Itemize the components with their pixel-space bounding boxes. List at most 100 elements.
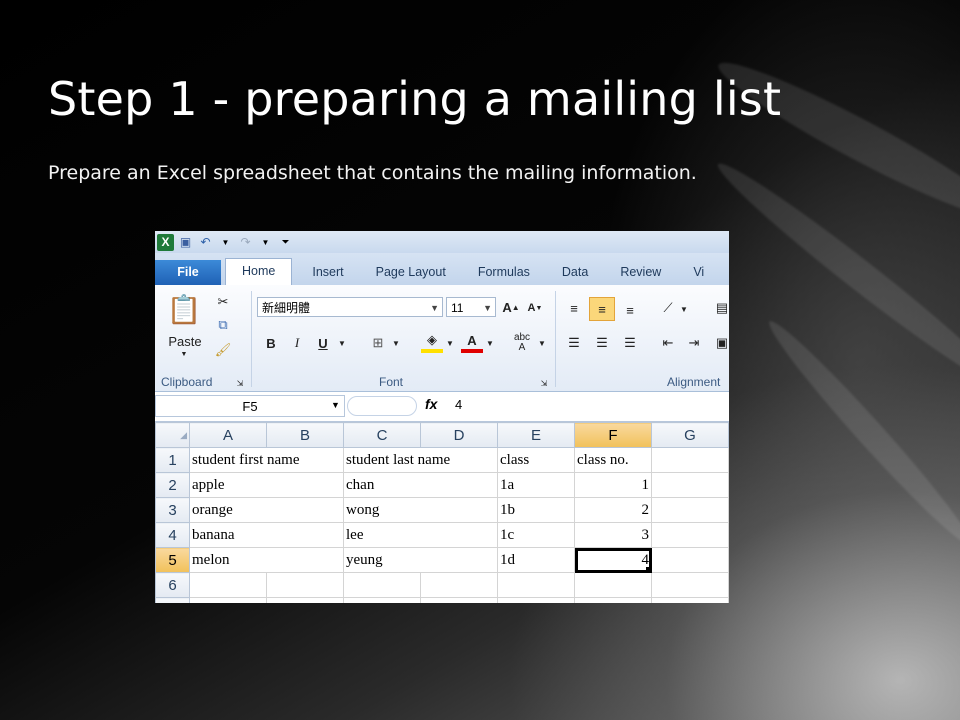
cell-e6[interactable]	[497, 572, 575, 598]
cell-g3[interactable]	[651, 497, 729, 523]
underline-icon[interactable]: U	[313, 333, 333, 353]
align-middle-icon[interactable]: ≡	[589, 297, 615, 321]
row-header[interactable]: 6	[155, 572, 190, 598]
cell-g6[interactable]	[651, 572, 729, 598]
cell-f1[interactable]: class no.	[574, 447, 652, 473]
formula-input[interactable]: 4	[455, 397, 462, 412]
cell-g4[interactable]	[651, 522, 729, 548]
cut-icon[interactable]: ✂	[213, 293, 233, 311]
grow-font-icon[interactable]: A ▲	[501, 297, 521, 317]
chevron-down-icon[interactable]: ▼	[337, 335, 347, 351]
copy-icon[interactable]: ⧉	[213, 316, 233, 334]
cell[interactable]	[189, 597, 267, 603]
cell-f3[interactable]: 2	[574, 497, 652, 523]
cell-f2[interactable]: 1	[574, 472, 652, 498]
row-header[interactable]: 4	[155, 522, 190, 548]
font-name-combo[interactable]: 新細明體 ▼	[257, 297, 443, 317]
tab-formulas[interactable]: Formulas	[462, 260, 546, 285]
font-size-combo[interactable]: 11 ▼	[446, 297, 496, 317]
row-header[interactable]	[155, 597, 190, 603]
cell-e5[interactable]: 1d	[497, 547, 575, 573]
align-top-icon[interactable]: ≡	[563, 297, 585, 319]
cell[interactable]	[420, 597, 498, 603]
tab-insert[interactable]: Insert	[296, 260, 359, 285]
cell-a3[interactable]: orange	[189, 497, 344, 523]
select-all-corner[interactable]: ◢	[155, 422, 190, 448]
paste-button[interactable]: Paste	[163, 333, 207, 349]
cell[interactable]	[574, 597, 652, 603]
cell-a2[interactable]: apple	[189, 472, 344, 498]
column-header-c[interactable]: C	[343, 422, 421, 448]
dropdown-arrow-icon[interactable]: ▼	[257, 234, 274, 251]
cell[interactable]	[343, 597, 421, 603]
orientation-icon[interactable]: ⟋	[657, 297, 679, 319]
align-center-icon[interactable]: ☰	[591, 333, 613, 353]
tab-home[interactable]: Home	[225, 258, 293, 285]
cell-e3[interactable]: 1b	[497, 497, 575, 523]
fill-handle[interactable]	[646, 567, 651, 572]
merge-center-icon[interactable]: ▣	[715, 333, 729, 353]
align-bottom-icon[interactable]: ≡	[619, 299, 641, 321]
cell-f4[interactable]: 3	[574, 522, 652, 548]
undo-icon[interactable]: ↶	[197, 234, 214, 251]
cell-e4[interactable]: 1c	[497, 522, 575, 548]
column-header-e[interactable]: E	[497, 422, 575, 448]
cell-c1[interactable]: student last name	[343, 447, 498, 473]
chevron-down-icon[interactable]: ▼	[391, 335, 401, 351]
paste-dropdown-icon[interactable]: ▼	[177, 349, 191, 359]
align-left-icon[interactable]: ☰	[563, 333, 585, 353]
cell[interactable]	[497, 597, 575, 603]
dialog-launcher-icon[interactable]: ⇲	[539, 378, 549, 388]
cell-c3[interactable]: wong	[343, 497, 498, 523]
column-header-b[interactable]: B	[266, 422, 344, 448]
insert-function-icon[interactable]: fx	[425, 396, 437, 412]
save-icon[interactable]: ▣	[177, 234, 194, 251]
font-color-icon[interactable]: A	[461, 331, 483, 353]
cell-g2[interactable]	[651, 472, 729, 498]
name-box[interactable]: F5	[155, 395, 345, 417]
column-header-a[interactable]: A	[189, 422, 267, 448]
row-header[interactable]: 3	[155, 497, 190, 523]
column-header-f[interactable]: F	[574, 422, 652, 448]
cell-c4[interactable]: lee	[343, 522, 498, 548]
cell-e2[interactable]: 1a	[497, 472, 575, 498]
align-right-icon[interactable]: ☰	[619, 333, 641, 353]
cell-d6[interactable]	[420, 572, 498, 598]
italic-icon[interactable]: I	[287, 333, 307, 353]
chevron-down-icon[interactable]: ▼	[537, 335, 547, 351]
tab-view[interactable]: Vi	[677, 260, 704, 285]
cell-c6[interactable]	[343, 572, 421, 598]
cell-f6[interactable]	[574, 572, 652, 598]
row-header[interactable]: 1	[155, 447, 190, 473]
tab-review[interactable]: Review	[604, 260, 677, 285]
cell-a1[interactable]: student first name	[189, 447, 344, 473]
cell-a5[interactable]: melon	[189, 547, 344, 573]
fill-color-icon[interactable]: ◈	[421, 331, 443, 353]
cell-a4[interactable]: banana	[189, 522, 344, 548]
cell-g5[interactable]	[651, 547, 729, 573]
chevron-down-icon[interactable]: ▼	[331, 400, 340, 410]
customize-toolbar-icon[interactable]: ⏷	[277, 234, 294, 251]
row-header[interactable]: 2	[155, 472, 190, 498]
format-painter-icon[interactable]: 🖌	[213, 341, 233, 359]
dialog-launcher-icon[interactable]: ⇲	[235, 378, 245, 388]
decrease-indent-icon[interactable]: ⇤	[657, 333, 679, 353]
cell-c5[interactable]: yeung	[343, 547, 498, 573]
phonetic-guide-icon[interactable]: abc A	[509, 331, 535, 355]
cell-g1[interactable]	[651, 447, 729, 473]
borders-icon[interactable]: ⊞	[367, 333, 389, 353]
column-header-d[interactable]: D	[420, 422, 498, 448]
cell-c2[interactable]: chan	[343, 472, 498, 498]
increase-indent-icon[interactable]: ⇥	[683, 333, 705, 353]
active-cell-f5[interactable]: 4	[574, 547, 652, 573]
tab-data[interactable]: Data	[546, 260, 604, 285]
cell-a6[interactable]	[189, 572, 267, 598]
column-header-g[interactable]: G	[651, 422, 729, 448]
tab-page-layout[interactable]: Page Layout	[360, 260, 462, 285]
cell-e1[interactable]: class	[497, 447, 575, 473]
wrap-text-icon[interactable]: ▤	[715, 297, 729, 319]
cell[interactable]	[266, 597, 344, 603]
chevron-down-icon[interactable]: ▼	[485, 335, 495, 351]
bold-icon[interactable]: B	[261, 333, 281, 353]
chevron-down-icon[interactable]: ▼	[679, 301, 689, 317]
